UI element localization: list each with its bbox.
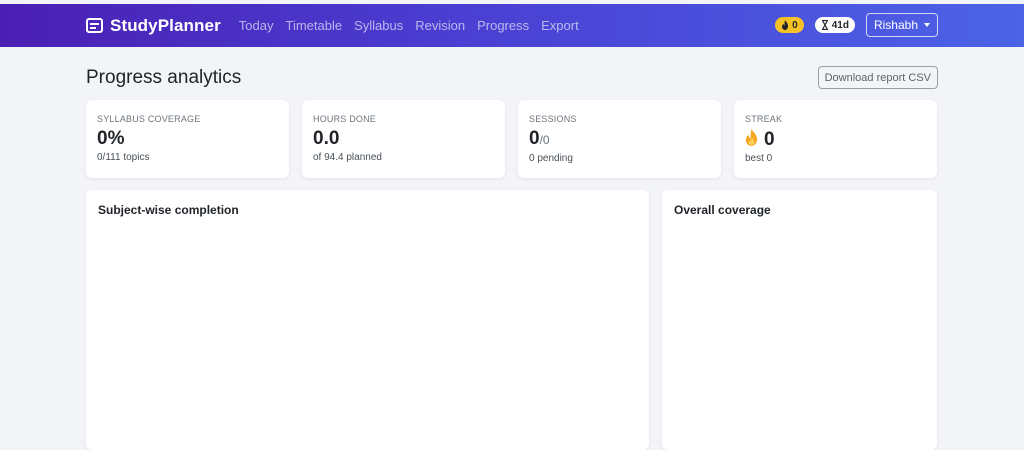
stat-sub: best 0 [745, 153, 773, 164]
stat-label: SYLLABUS COVERAGE [97, 114, 201, 124]
nav-syllabus[interactable]: Syllabus [354, 18, 403, 33]
days-badge-count: 41d [831, 19, 849, 31]
flame-icon [782, 20, 789, 30]
page-title: Progress analytics [86, 67, 242, 88]
nav-revision[interactable]: Revision [415, 18, 465, 33]
stat-value: 0 [745, 128, 926, 151]
stat-value: 0/0 [529, 128, 710, 151]
top-navbar: StudyPlanner Today Timetable Syllabus Re… [0, 4, 1024, 47]
streak-badge-count: 0 [792, 19, 798, 31]
stat-sub: 0/111 topics [97, 152, 150, 163]
streak-badge: 0 [775, 17, 804, 33]
stat-label: HOURS DONE [313, 114, 377, 124]
stat-card-sessions: SESSIONS 0/0 0 pending [518, 100, 721, 178]
calendar-icon [86, 18, 103, 33]
stat-sub: of 94.4 planned [313, 152, 382, 163]
hourglass-icon [821, 20, 828, 30]
chevron-down-icon [924, 23, 930, 27]
nav-export[interactable]: Export [541, 18, 579, 33]
stat-value-number: 0.0 [313, 128, 340, 149]
stat-sub: 0 pending [529, 153, 573, 164]
days-badge: 41d [814, 17, 855, 33]
stat-value-number: 0 [764, 129, 775, 150]
header-right: 0 41d Rishabh [775, 13, 938, 37]
stat-value: 0% [97, 128, 278, 150]
stat-label: SESSIONS [529, 114, 577, 124]
nav-progress[interactable]: Progress [477, 18, 529, 33]
stat-card-hours: HOURS DONE 0.0 of 94.4 planned [302, 100, 505, 178]
stat-value-number: 0% [97, 128, 125, 149]
stat-value-suffix: /0 [539, 133, 550, 147]
main-nav: Today Timetable Syllabus Revision Progre… [239, 18, 591, 33]
nav-timetable[interactable]: Timetable [285, 18, 342, 33]
user-name: Rishabh [873, 18, 918, 32]
stat-value-number: 0 [529, 128, 540, 149]
overall-coverage-panel: Overall coverage [662, 190, 937, 450]
nav-today[interactable]: Today [239, 18, 274, 33]
panel-title: Subject-wise completion [98, 203, 239, 217]
flame-icon [745, 129, 758, 146]
stat-value: 0.0 [313, 128, 494, 150]
stat-label: STREAK [745, 114, 783, 124]
download-csv-button[interactable]: Download report CSV [817, 66, 938, 89]
stat-card-streak: STREAK 0 best 0 [734, 100, 937, 178]
user-menu-button[interactable]: Rishabh [865, 13, 938, 37]
stat-card-syllabus: SYLLABUS COVERAGE 0% 0/111 topics [86, 100, 289, 178]
subject-completion-panel: Subject-wise completion [86, 190, 649, 450]
brand[interactable]: StudyPlanner [86, 16, 221, 36]
brand-name: StudyPlanner [110, 15, 221, 35]
panel-title: Overall coverage [674, 203, 771, 217]
